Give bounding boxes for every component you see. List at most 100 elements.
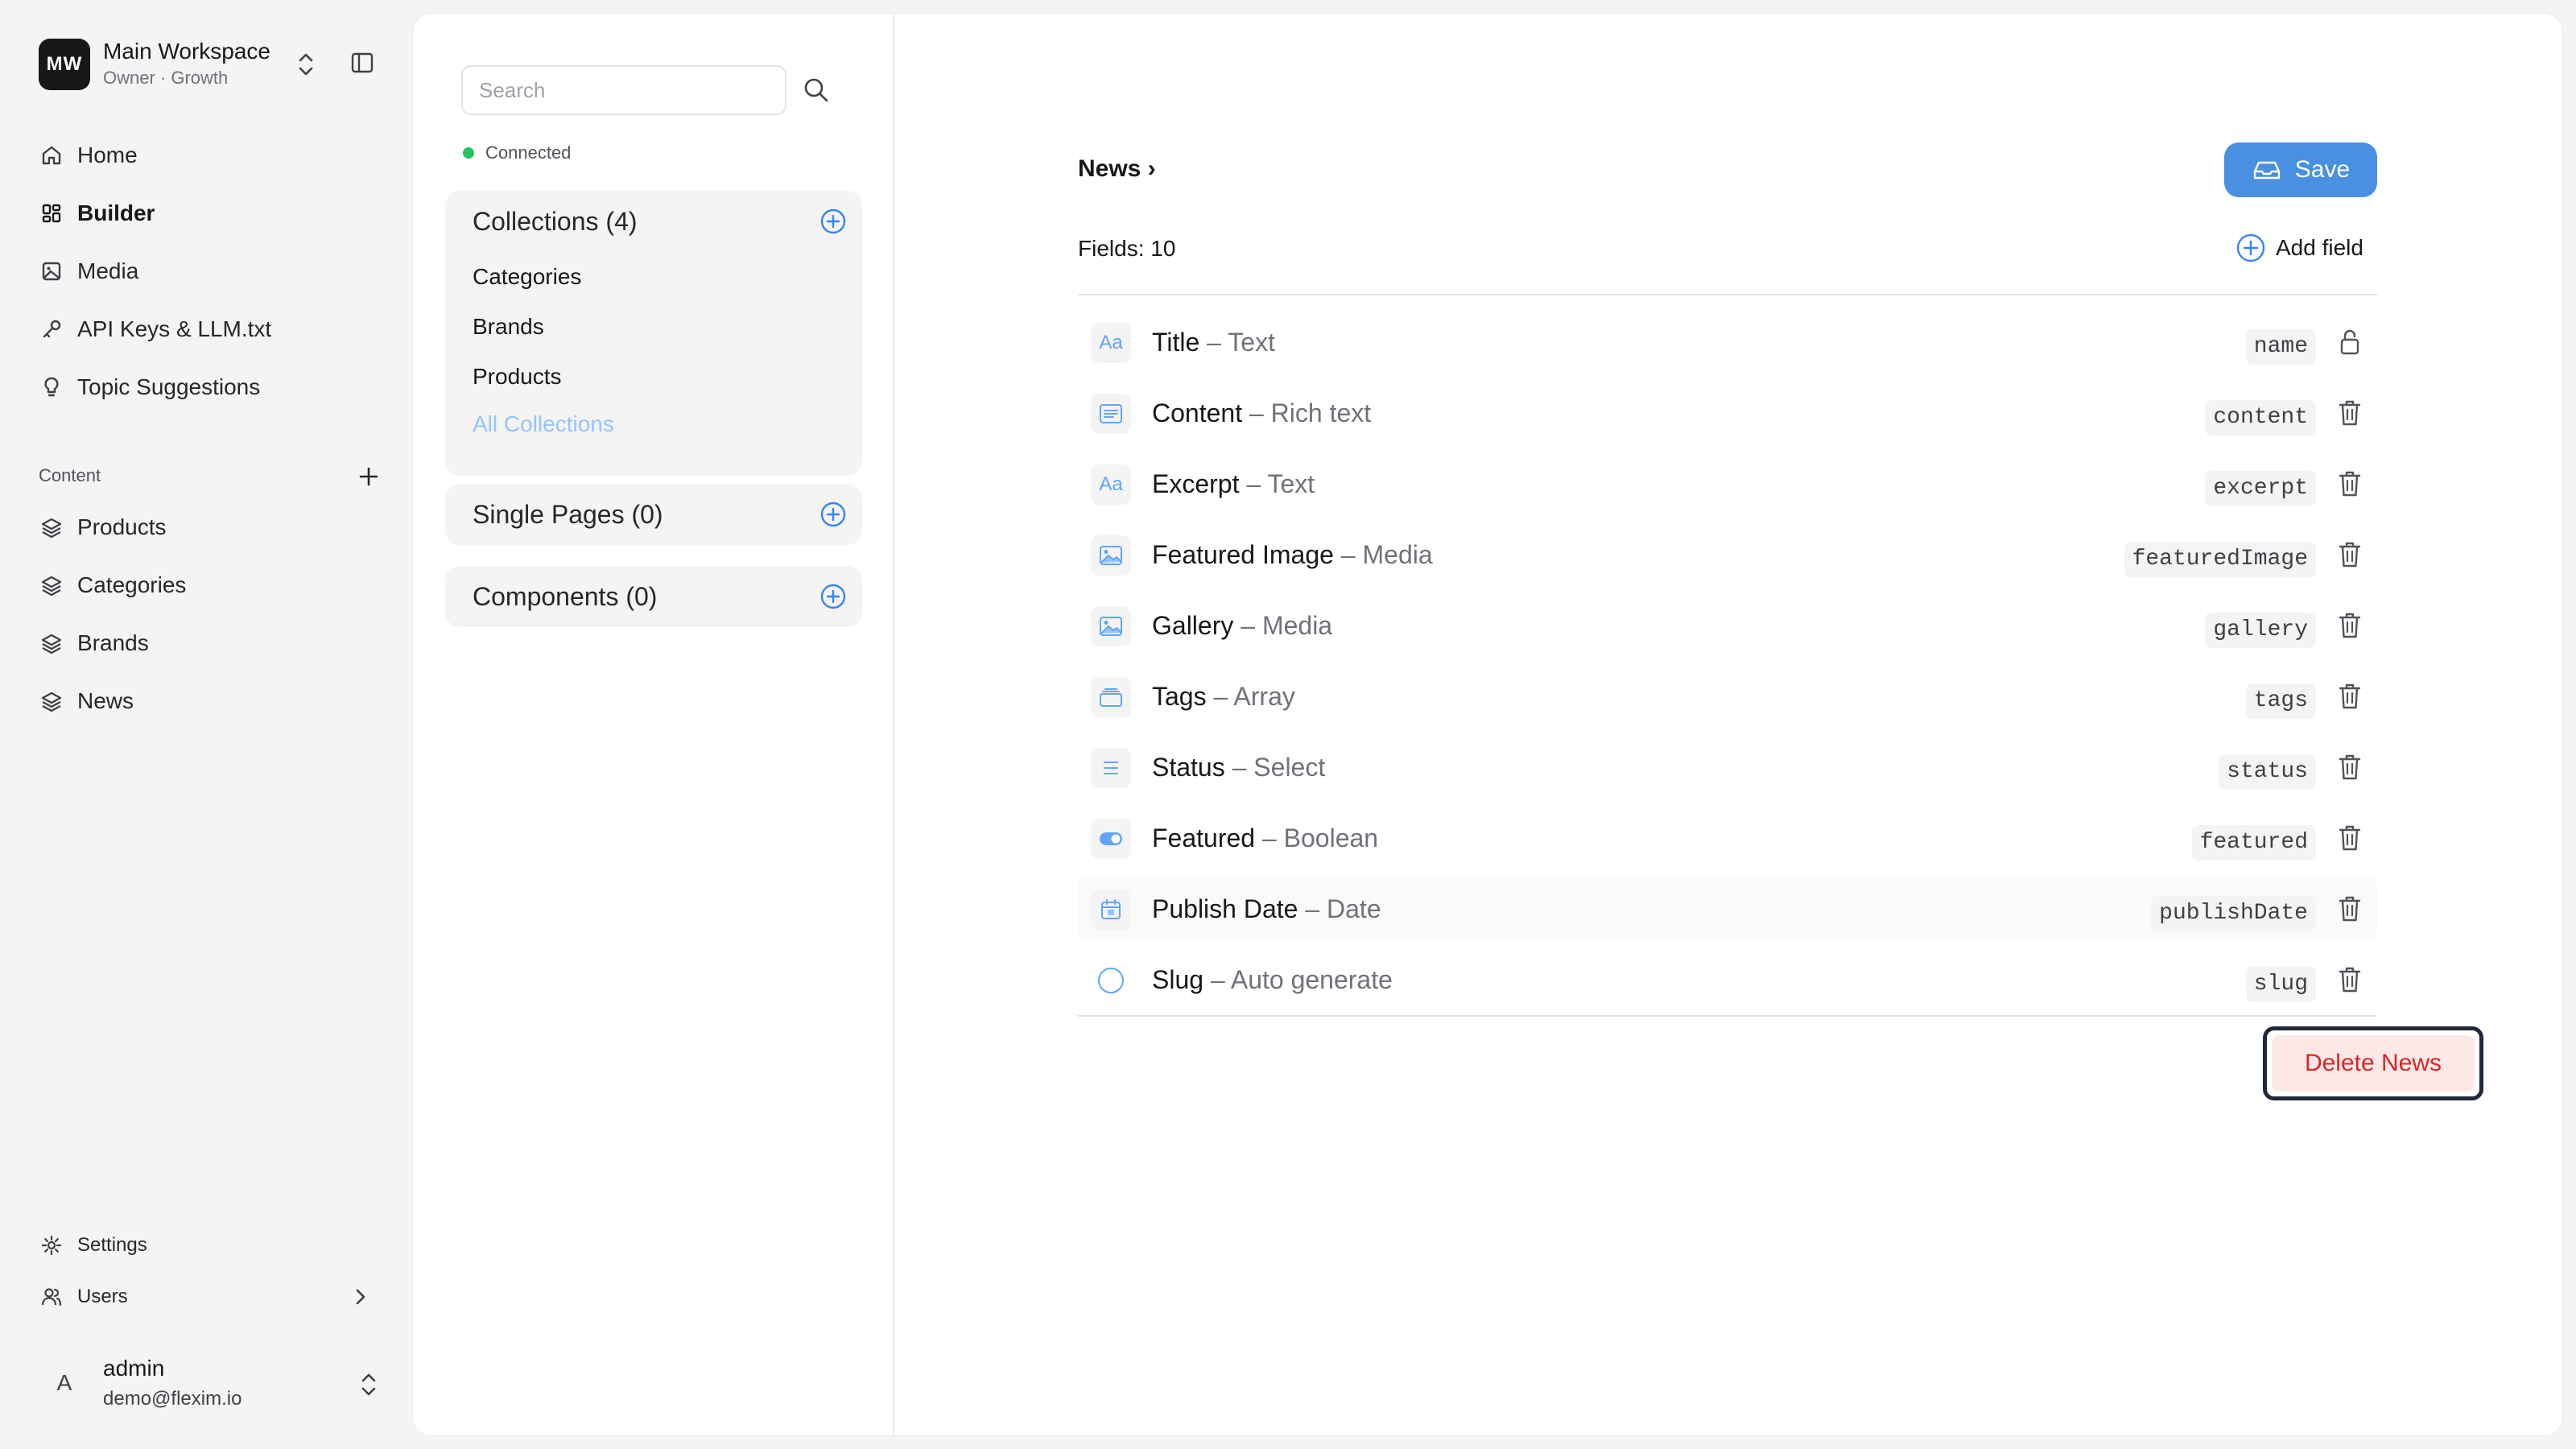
field-name: Gallery [1152, 611, 1234, 640]
media-icon [1091, 606, 1131, 646]
nav-users[interactable]: Users [26, 1275, 386, 1319]
content-item-news[interactable]: News [26, 676, 386, 726]
field-label: Publish Date – Date [1152, 894, 1381, 924]
content-item-label: Categories [77, 572, 187, 597]
lock-icon[interactable] [2332, 324, 2368, 360]
chevrons-up-down-icon[interactable] [290, 47, 322, 82]
nav-home[interactable]: Home [26, 130, 386, 180]
field-type: – Select [1232, 753, 1326, 782]
field-key: name [2245, 329, 2316, 365]
divider [1078, 294, 2377, 295]
add-collection-icon[interactable] [815, 204, 851, 239]
add-component-icon[interactable] [815, 579, 851, 614]
nav-api-keys-label: API Keys & LLM.txt [77, 316, 272, 341]
content-section-title: Content [39, 465, 101, 485]
layers-icon [39, 630, 64, 656]
content-item-brands[interactable]: Brands [26, 618, 386, 668]
user-menu[interactable]: A admin demo@flexim.io [39, 1352, 385, 1417]
field-row[interactable]: Publish Date – Date publishDate [1078, 877, 2377, 941]
select-icon [1091, 748, 1131, 788]
search-box [461, 65, 786, 115]
divider [1078, 1015, 2377, 1017]
content-item-products[interactable]: Products [26, 502, 386, 552]
add-field-button[interactable]: Add field [2235, 229, 2363, 266]
collection-item-brands[interactable]: Brands [445, 302, 862, 352]
workspace-switcher[interactable]: MW Main Workspace Owner · Growth [39, 39, 393, 90]
field-row[interactable]: Status – Select status [1078, 735, 2377, 799]
trash-icon[interactable] [2332, 395, 2368, 431]
collection-item-products[interactable]: Products [445, 352, 862, 402]
single-pages-title: Single Pages (0) [473, 500, 663, 529]
field-row[interactable]: Content – Rich text content [1078, 381, 2377, 445]
field-key: featuredImage [2124, 542, 2316, 577]
field-row[interactable]: Aa Excerpt – Text excerpt [1078, 452, 2377, 516]
layers-icon [39, 514, 64, 540]
field-key: excerpt [2205, 471, 2316, 506]
field-name: Tags [1152, 682, 1207, 711]
trash-icon[interactable] [2332, 891, 2368, 927]
workspace-name: Main Workspace [103, 39, 271, 64]
trash-icon[interactable] [2332, 608, 2368, 643]
plus-circle-icon [2235, 233, 2266, 263]
field-label: Featured Image – Media [1152, 540, 1433, 570]
workspace-subtitle: Owner · Growth [103, 68, 229, 88]
field-row[interactable]: Aa Title – Text name [1078, 310, 2377, 374]
search-input[interactable] [461, 65, 786, 115]
single-pages-header[interactable]: Single Pages (0) [445, 484, 862, 545]
breadcrumb[interactable]: News › [1078, 155, 1156, 183]
all-collections-link[interactable]: All Collections [445, 402, 862, 447]
field-row[interactable]: Tags – Array tags [1078, 664, 2377, 729]
add-single-page-icon[interactable] [815, 497, 851, 532]
trash-icon[interactable] [2332, 537, 2368, 572]
field-row[interactable]: Featured – Boolean featured [1078, 806, 2377, 870]
lightbulb-icon [39, 374, 64, 400]
field-type: – Text [1207, 328, 1275, 357]
nav-builder[interactable]: Builder [26, 188, 386, 238]
trash-icon[interactable] [2332, 749, 2368, 785]
components-header[interactable]: Components (0) [445, 566, 862, 627]
field-row[interactable]: Slug – Auto generate slug [1078, 947, 2377, 1012]
nav-media[interactable]: Media [26, 246, 386, 296]
trash-icon[interactable] [2332, 679, 2368, 714]
nav-api-keys[interactable]: API Keys & LLM.txt [26, 304, 386, 354]
content-item-categories[interactable]: Categories [26, 560, 386, 610]
save-button[interactable]: Save [2224, 142, 2377, 197]
trash-icon[interactable] [2332, 466, 2368, 502]
field-type: – Media [1241, 611, 1333, 640]
gear-icon [39, 1232, 64, 1258]
field-row[interactable]: Featured Image – Media featuredImage [1078, 522, 2377, 587]
array-icon [1091, 677, 1131, 717]
add-content-icon[interactable] [353, 460, 385, 493]
key-icon [39, 316, 64, 342]
field-key: featured [2191, 825, 2316, 861]
collection-item-categories[interactable]: Categories [445, 252, 862, 302]
field-type: – Text [1246, 469, 1315, 498]
collections-header[interactable]: Collections (4) [445, 191, 862, 252]
field-name: Status [1152, 753, 1225, 782]
trash-icon[interactable] [2332, 820, 2368, 856]
field-key: tags [2245, 683, 2316, 719]
delete-collection-button[interactable]: Delete News [2272, 1035, 2475, 1092]
field-label: Slug – Auto generate [1152, 965, 1393, 995]
calendar-icon [1091, 890, 1131, 930]
trash-icon[interactable] [2332, 962, 2368, 997]
field-name: Excerpt [1152, 469, 1240, 498]
field-name: Publish Date [1152, 894, 1298, 923]
nav-builder-label: Builder [77, 200, 155, 225]
nav-settings-label: Settings [77, 1234, 147, 1256]
sidebar-toggle-icon[interactable] [341, 42, 383, 84]
search-icon[interactable] [796, 70, 836, 110]
field-name: Slug [1152, 965, 1204, 994]
nav-topic-suggestions-label: Topic Suggestions [77, 374, 261, 399]
schema-navigator: Connected Collections (4) Categories Bra… [413, 14, 894, 1435]
nav-settings[interactable]: Settings [26, 1224, 386, 1267]
nav-topic-suggestions[interactable]: Topic Suggestions [26, 362, 386, 412]
components-group: Components (0) [445, 566, 862, 627]
chevrons-up-down-icon[interactable] [353, 1367, 385, 1402]
fields-count: Fields: 10 [1078, 236, 1176, 261]
field-row[interactable]: Gallery – Media gallery [1078, 593, 2377, 658]
toggle-icon [1091, 819, 1131, 859]
field-label: Status – Select [1152, 753, 1325, 782]
field-type: – Rich text [1249, 398, 1372, 427]
save-button-label: Save [2294, 156, 2351, 183]
